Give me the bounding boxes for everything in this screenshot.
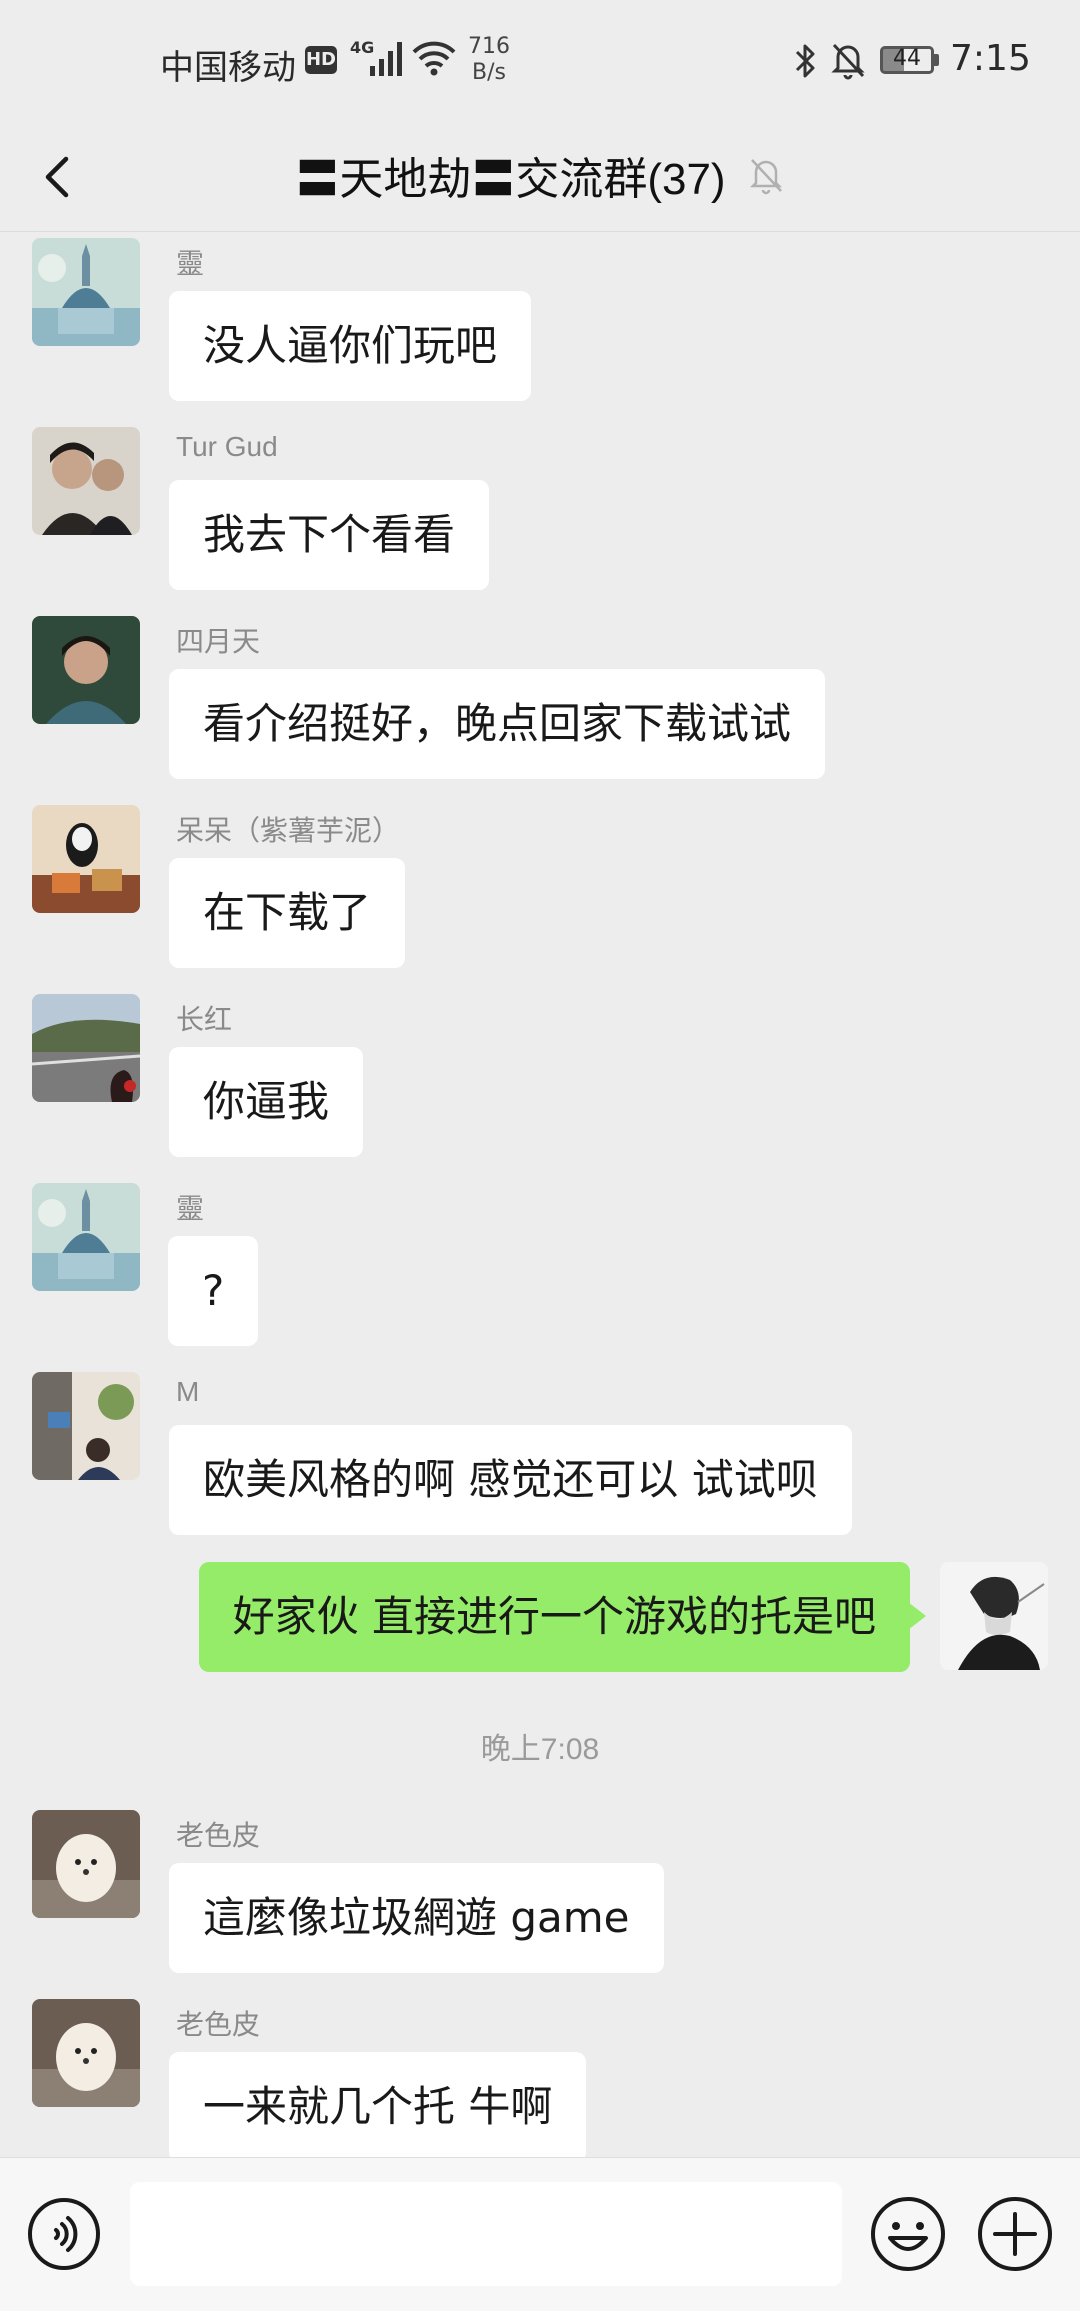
sender-name: 靈 [176,248,205,279]
carrier-label: 中国移动 [160,48,296,88]
avatar[interactable] [32,1810,140,1918]
sender-name: 四月天 [176,626,261,657]
sender-name: M [176,1376,200,1407]
plus-icon[interactable] [975,2194,1055,2274]
avatar[interactable] [32,1372,140,1480]
message-input-bar [0,2157,1080,2311]
emoji-icon[interactable] [868,2194,948,2274]
avatar[interactable] [32,238,140,346]
message-bubble[interactable]: 一来就几个托 牛啊 [169,2052,587,2157]
avatar[interactable] [32,1183,140,1291]
hd-badge: HD [305,46,337,74]
message-bubble-outgoing[interactable]: 好家伙 直接进行一个游戏的托是吧 [198,1562,927,1672]
message-input[interactable] [130,2182,842,2286]
avatar[interactable] [32,1999,140,2107]
chat-message-list[interactable]: 靈 没人逼你们玩吧 Tur Gud 我去下个看看 四月天 看介绍挺好，晚点回家下… [0,232,1080,2157]
status-bar: 中国移动 HD 4G 716 B/s 44 7:15 [0,0,1080,125]
chat-timestamp: 晚上7:08 [480,1733,600,1766]
sender-name: 靈 [176,1193,205,1224]
message-bubble[interactable]: 欧美风格的啊 感觉还可以 试试呗 [169,1425,852,1535]
avatar[interactable] [32,427,140,535]
message-bubble[interactable]: 看介绍挺好，晚点回家下载试试 [169,669,826,779]
sender-name: Tur Gud [176,431,278,462]
message-bubble[interactable]: 我去下个看看 [169,480,490,590]
battery-level: 44 [893,46,921,71]
voice-icon[interactable] [26,2196,102,2272]
avatar[interactable] [32,805,140,913]
bell-off-icon [831,43,865,80]
message-bubble[interactable]: 你逼我 [169,1047,364,1157]
message-bubble[interactable]: 這麼像垃圾網遊 game [169,1863,664,1973]
message-bubble[interactable]: ? [168,1236,259,1346]
sender-name: 呆呆（紫薯芋泥） [176,815,401,846]
clock: 7:15 [950,38,1031,79]
avatar[interactable] [32,994,140,1102]
network-speed: 716 B/s [468,34,510,86]
avatar[interactable] [32,616,140,724]
chat-header: 〓天地劫〓交流群(37) [0,125,1080,232]
title-wrap: 〓天地劫〓交流群(37) [0,143,1080,207]
network-speed-unit: B/s [472,60,506,85]
page-title[interactable]: 〓天地劫〓交流群(37) [295,143,725,207]
network-speed-value: 716 [468,34,510,59]
avatar-self[interactable] [940,1562,1048,1670]
message-bubble[interactable]: 没人逼你们玩吧 [169,291,532,401]
sender-name: 老色皮 [176,1820,261,1851]
message-bubble[interactable]: 在下载了 [169,858,406,968]
battery-icon: 44 [880,46,934,74]
bell-off-icon [749,159,782,195]
sender-name: 老色皮 [176,2009,261,2040]
wifi-icon [412,41,456,76]
battery-tip [934,54,939,66]
signal-icon [370,42,402,76]
sender-name: 长红 [176,1004,233,1035]
bluetooth-icon [795,44,815,78]
